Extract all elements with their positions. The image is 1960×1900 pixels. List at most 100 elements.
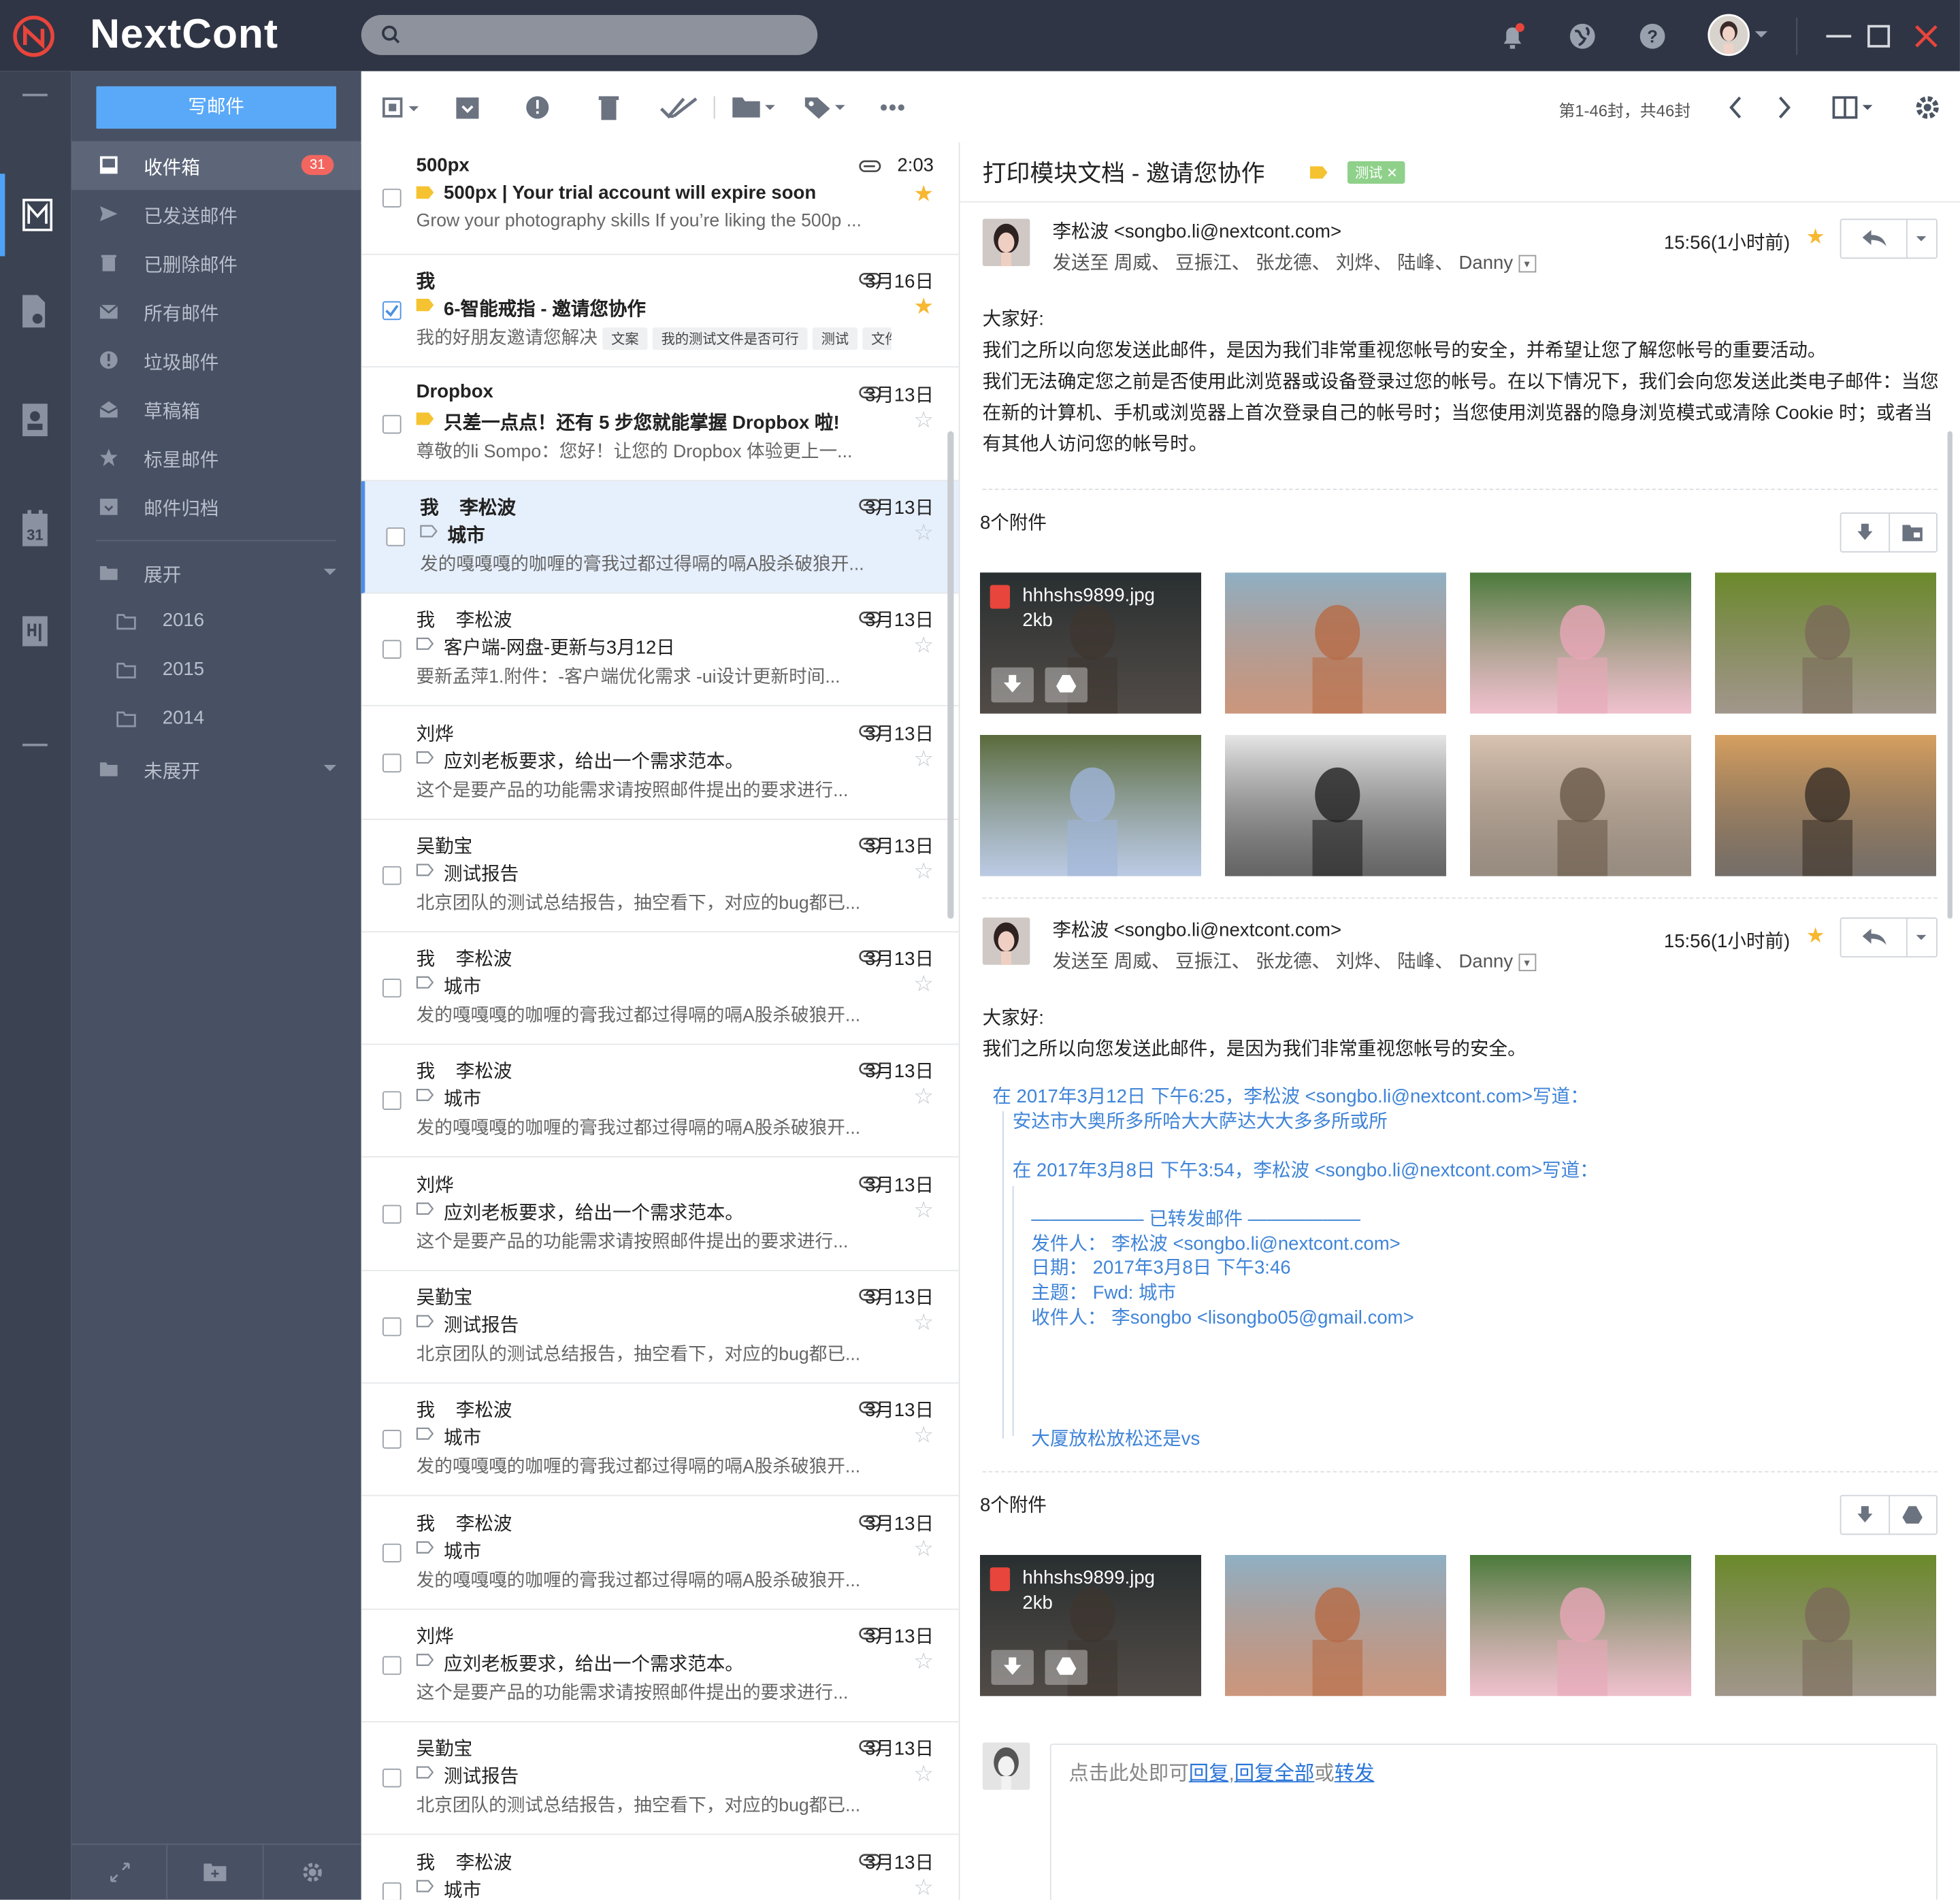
save-to-drive-button[interactable] bbox=[1045, 667, 1088, 703]
star-icon[interactable]: ☆ bbox=[913, 1876, 934, 1899]
attachment-actions[interactable] bbox=[1840, 1494, 1938, 1535]
reply-button-group[interactable] bbox=[1840, 917, 1938, 957]
tag-icon[interactable] bbox=[416, 298, 434, 312]
label-icon[interactable] bbox=[802, 94, 847, 121]
folder-2016[interactable]: 2016 bbox=[71, 597, 361, 646]
sidebar-item-starred[interactable]: 标星邮件 bbox=[71, 433, 361, 482]
label-chip[interactable]: 测试 ✕ bbox=[1347, 161, 1405, 184]
star-icon[interactable]: ☆ bbox=[913, 634, 934, 656]
search-bar[interactable] bbox=[361, 15, 818, 55]
attachment-thumbnail[interactable] bbox=[1224, 1554, 1447, 1697]
select-checkbox[interactable] bbox=[382, 640, 402, 659]
tag-outline-icon[interactable] bbox=[416, 976, 434, 989]
prev-page-icon[interactable] bbox=[1724, 94, 1749, 121]
list-item[interactable]: 我 李松波 3月13日 城市 ☆ 发的嘎嘎嘎的咖喱的膏我过都过得嗝的嗝A股杀破狼开... bbox=[361, 1497, 959, 1610]
tag-outline-icon[interactable] bbox=[416, 1654, 434, 1667]
search-input[interactable] bbox=[411, 22, 791, 50]
select-checkbox[interactable] bbox=[382, 1768, 402, 1788]
tag-outline-icon[interactable] bbox=[420, 525, 438, 538]
star-icon[interactable]: ☆ bbox=[913, 1537, 934, 1560]
list-item[interactable]: 我 李松波 3月13日 城市 ☆ bbox=[361, 1836, 959, 1900]
star-icon[interactable]: ☆ bbox=[913, 972, 934, 995]
tag-outline-icon[interactable] bbox=[416, 1766, 434, 1779]
move-to-folder-icon[interactable] bbox=[730, 94, 778, 121]
attachment-thumbnail[interactable] bbox=[1224, 734, 1447, 877]
collapse-button[interactable] bbox=[71, 1844, 168, 1900]
recipients[interactable]: 发送至 周威、 豆振江、 张龙德、 刘烨、 陆峰、 Danny ▾ bbox=[1053, 947, 1536, 974]
tag-outline-icon[interactable] bbox=[416, 637, 434, 650]
select-checkbox[interactable] bbox=[382, 866, 402, 885]
list-item[interactable]: 500px 2:03 500px | Your trial account will… bbox=[361, 142, 959, 255]
select-checkbox[interactable] bbox=[382, 1430, 402, 1449]
rail-notes[interactable] bbox=[0, 606, 71, 669]
help-icon[interactable]: ? bbox=[1636, 20, 1669, 52]
new-folder-button[interactable] bbox=[167, 1844, 264, 1900]
tag-icon[interactable] bbox=[1309, 166, 1328, 179]
list-item[interactable]: 我 李松波 3月13日 城市 ☆ 发的嘎嘎嘎的咖喱的膏我过都过得嗝的嗝A股杀破狼开... bbox=[361, 1045, 959, 1158]
folder-group-expanded[interactable]: 展开 bbox=[71, 548, 361, 597]
list-item[interactable]: 刘烨 3月13日 应刘老板要求，给出一个需求范本。 ☆ 这个是要产品的功能需求请按照邮件… bbox=[361, 1159, 959, 1271]
list-item[interactable]: 刘烨 3月13日 应刘老板要求，给出一个需求范本。 ☆ 这个是要产品的功能需求请按照邮件… bbox=[361, 708, 959, 820]
list-scrollbar[interactable] bbox=[947, 431, 954, 919]
layout-toggle-icon[interactable] bbox=[1831, 94, 1876, 121]
sidebar-item-archive[interactable]: 邮件归档 bbox=[71, 482, 361, 531]
expand-recipients-icon[interactable]: ▾ bbox=[1518, 953, 1536, 972]
select-checkbox[interactable] bbox=[382, 1205, 402, 1224]
star-icon[interactable]: ☆ bbox=[913, 1311, 934, 1334]
select-all-checkbox[interactable] bbox=[381, 94, 423, 121]
gear-icon[interactable] bbox=[1911, 94, 1944, 121]
attachment-thumbnail[interactable] bbox=[1714, 1554, 1937, 1697]
list-item[interactable]: 吴勤宝 3月13日 测试报告 ☆ 北京团队的测试总结报告，抽空看下，对应的bug都已..… bbox=[361, 820, 959, 933]
chevron-down-icon[interactable] bbox=[1914, 932, 1929, 943]
maximize-icon[interactable] bbox=[1863, 20, 1895, 52]
tag-outline-icon[interactable] bbox=[416, 1202, 434, 1215]
rail-mail[interactable] bbox=[0, 174, 71, 257]
folder-2015[interactable]: 2015 bbox=[71, 646, 361, 695]
sidebar-item-sent[interactable]: 已发送邮件 bbox=[71, 190, 361, 239]
sidebar-item-inbox[interactable]: 收件箱 31 bbox=[71, 141, 361, 191]
star-icon[interactable]: ☆ bbox=[913, 521, 934, 544]
select-checkbox[interactable] bbox=[382, 1091, 402, 1110]
label-chip[interactable]: 测试 bbox=[812, 327, 858, 350]
globe-icon[interactable] bbox=[1566, 20, 1599, 52]
tag-outline-icon[interactable] bbox=[416, 1880, 434, 1893]
star-icon[interactable]: ☆ bbox=[913, 1650, 934, 1672]
bell-icon[interactable] bbox=[1497, 20, 1529, 52]
star-icon[interactable]: ★ bbox=[913, 295, 934, 317]
chevron-down-icon[interactable] bbox=[1754, 27, 1769, 42]
attachment-thumbnail[interactable] bbox=[1469, 1554, 1692, 1697]
rail-files[interactable] bbox=[0, 281, 71, 344]
list-item[interactable]: 我 李松波 3月13日 客户端-网盘-更新与3月12日 ☆ 要新孟萍1.附件：-客户端优… bbox=[361, 593, 959, 706]
expand-recipients-icon[interactable]: ▾ bbox=[1518, 255, 1536, 273]
pane-scrollbar[interactable] bbox=[1947, 431, 1953, 919]
select-checkbox[interactable] bbox=[382, 1882, 402, 1900]
save-to-drive-button[interactable] bbox=[1045, 1650, 1088, 1685]
tag-outline-icon[interactable] bbox=[416, 864, 434, 877]
list-item[interactable]: 我 3月16日 6-智能戒指 - 邀请您协作 ★ 我的好朋友邀请您解决 文案 我的测试文件是… bbox=[361, 255, 959, 367]
reply-all-link[interactable]: 回复全部 bbox=[1235, 1764, 1315, 1785]
rail-contacts[interactable] bbox=[0, 390, 71, 453]
star-icon[interactable]: ☆ bbox=[913, 1198, 934, 1221]
label-chip[interactable]: 文件 bbox=[862, 327, 892, 350]
next-page-icon[interactable] bbox=[1771, 94, 1797, 121]
sidebar-item-spam[interactable]: 垃圾邮件 bbox=[71, 336, 361, 385]
rail-calendar[interactable]: 31 bbox=[0, 502, 71, 565]
star-icon[interactable]: ★ bbox=[1806, 225, 1825, 250]
download-all-icon[interactable] bbox=[1855, 1505, 1875, 1524]
select-checkbox[interactable] bbox=[382, 301, 402, 321]
select-checkbox[interactable] bbox=[382, 1317, 402, 1337]
avatar[interactable] bbox=[1708, 14, 1750, 56]
attachment-thumbnail[interactable] bbox=[1714, 572, 1937, 714]
quick-reply-box[interactable]: 点击此处即可回复,回复全部或转发 bbox=[1049, 1743, 1938, 1900]
attachment-thumbnail[interactable]: hhhshs9899.jpg 2kb bbox=[979, 572, 1202, 714]
star-icon[interactable]: ☆ bbox=[913, 409, 934, 431]
tag-outline-icon[interactable] bbox=[416, 751, 434, 764]
more-icon[interactable] bbox=[877, 94, 909, 121]
reply-button-group[interactable] bbox=[1840, 218, 1938, 259]
select-checkbox[interactable] bbox=[382, 1543, 402, 1562]
reply-icon[interactable] bbox=[1861, 928, 1889, 947]
tag-outline-icon[interactable] bbox=[416, 1088, 434, 1101]
tag-outline-icon[interactable] bbox=[416, 1427, 434, 1440]
drive-icon[interactable] bbox=[1901, 1505, 1924, 1524]
report-spam-icon[interactable] bbox=[521, 94, 554, 121]
